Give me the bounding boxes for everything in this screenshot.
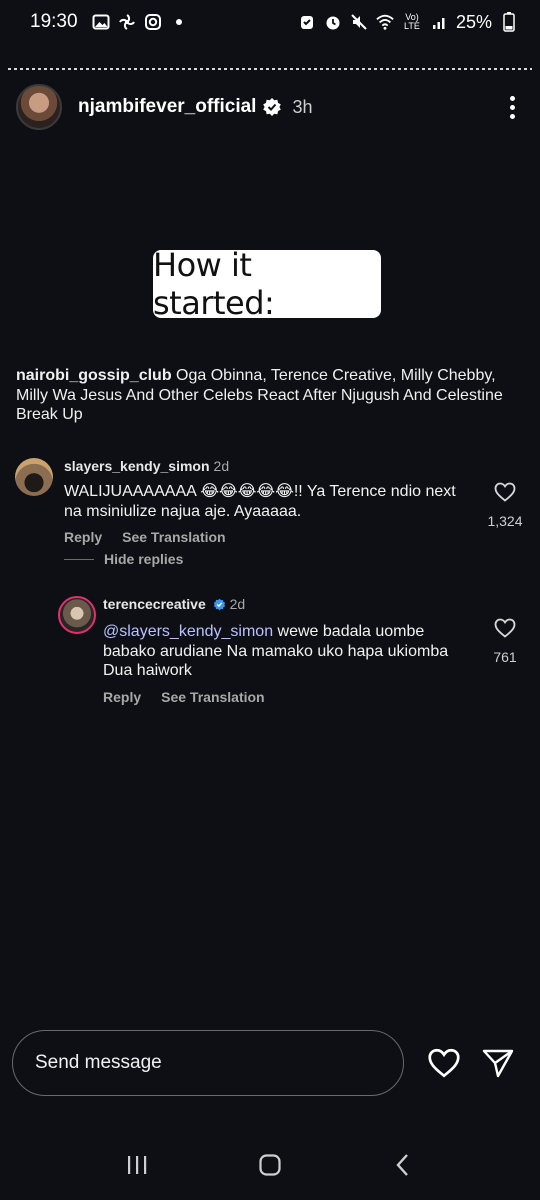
verified-badge-icon xyxy=(262,97,282,117)
status-time: 19:30 xyxy=(30,11,78,32)
caption-username: nairobi_gossip_club xyxy=(16,367,172,384)
story-header: njambifever_official 3h xyxy=(16,84,524,130)
signal-icon xyxy=(430,13,448,31)
comment-body: terencecreative 2d @slayers_kendy_simon … xyxy=(103,596,463,705)
hide-replies-label: Hide replies xyxy=(104,551,184,567)
share-paper-plane-icon[interactable] xyxy=(480,1045,516,1081)
comment-like: 761 xyxy=(485,618,525,665)
pinwheel-icon xyxy=(118,13,136,31)
battery-icon xyxy=(500,12,518,32)
home-icon[interactable] xyxy=(250,1145,290,1185)
comment-username[interactable]: slayers_kendy_simon xyxy=(64,458,210,474)
reply-button[interactable]: Reply xyxy=(64,529,102,545)
hide-replies-button[interactable]: Hide replies xyxy=(64,551,183,567)
battery-percent: 25% xyxy=(455,11,492,32)
shared-post-caption[interactable]: nairobi_gossip_club Oga Obinna, Terence … xyxy=(16,366,520,425)
comment-user-line: terencecreative 2d xyxy=(103,596,463,614)
message-composer: Send message xyxy=(12,1030,526,1096)
comment-text: @slayers_kendy_simon wewe badala uombe b… xyxy=(103,622,463,681)
comment-text: WALIJUAAAAAAA 😂😂😂😂😂!! Ya Terence ndio ne… xyxy=(64,483,456,520)
like-count: 761 xyxy=(493,649,517,665)
comment-mention[interactable]: @slayers_kendy_simon xyxy=(103,623,273,640)
comment-time: 2d xyxy=(229,596,246,612)
dot-icon xyxy=(170,13,188,31)
verified-badge-icon xyxy=(213,598,226,614)
status-left: 19:30 xyxy=(30,11,188,33)
clock-icon xyxy=(324,13,342,31)
see-translation-button[interactable]: See Translation xyxy=(122,529,225,545)
story-progress-bar xyxy=(8,68,532,70)
comment-like: 1,324 xyxy=(485,482,525,529)
send-message-placeholder: Send message xyxy=(35,1052,162,1073)
avatar[interactable] xyxy=(16,84,62,130)
story-username[interactable]: njambifever_official xyxy=(78,96,256,118)
system-nav-bar xyxy=(0,1140,540,1190)
alarm-icon xyxy=(298,13,316,31)
status-bar: 19:30 Vo) LTE 25% xyxy=(0,0,540,44)
heart-icon[interactable] xyxy=(494,618,516,643)
like-count: 1,324 xyxy=(487,513,523,529)
wifi-icon xyxy=(376,13,394,31)
story-text-sticker: How it started: xyxy=(153,246,381,322)
heart-icon[interactable] xyxy=(494,482,516,507)
comment-actions: Reply See Translation xyxy=(64,529,464,545)
commenter-avatar[interactable] xyxy=(15,458,53,496)
send-message-input[interactable]: Send message xyxy=(12,1030,404,1096)
see-translation-button[interactable]: See Translation xyxy=(161,689,264,705)
volte-icon: Vo) LTE xyxy=(404,12,420,31)
comment-username[interactable]: terencecreative xyxy=(103,596,206,612)
status-right: Vo) LTE 25% xyxy=(298,12,518,33)
sticker-text: How it started: xyxy=(153,246,275,322)
comment-body: slayers_kendy_simon 2d WALIJUAAAAAAA 😂😂😂😂… xyxy=(64,458,464,545)
comment-user-line: slayers_kendy_simon 2d xyxy=(64,458,464,474)
reply-button[interactable]: Reply xyxy=(103,689,141,705)
image-icon xyxy=(92,13,110,31)
more-options-icon[interactable] xyxy=(500,92,524,122)
divider xyxy=(64,558,94,560)
comment-actions: Reply See Translation xyxy=(103,689,463,705)
like-story-heart-icon[interactable] xyxy=(426,1045,462,1081)
mute-icon xyxy=(350,13,368,31)
instagram-icon xyxy=(144,13,162,31)
back-icon[interactable] xyxy=(383,1145,423,1185)
commenter-avatar[interactable] xyxy=(58,596,96,634)
story-time-ago: 3h xyxy=(292,96,313,117)
recent-apps-icon[interactable] xyxy=(117,1145,157,1185)
comment-time: 2d xyxy=(213,458,230,474)
